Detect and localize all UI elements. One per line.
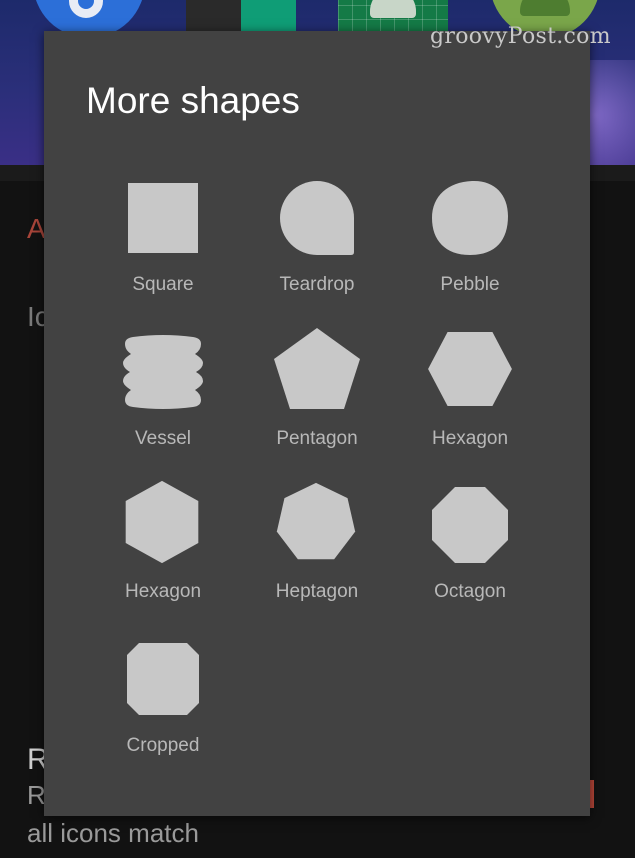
shape-label: Cropped (126, 735, 200, 756)
shape-label: Hexagon (124, 581, 202, 602)
shape-option-pebble[interactable]: Pebble (395, 172, 545, 312)
watermark: groovyPost.com (430, 24, 611, 49)
shape-option-square[interactable]: Square (88, 172, 238, 312)
shape-label: Square (132, 274, 194, 295)
shape-label: Vessel (135, 428, 191, 449)
octagon-shape-icon (432, 487, 508, 563)
shape-label: Octagon (434, 581, 506, 602)
pebble-shape-icon (432, 180, 508, 255)
shape-label: Teardrop (279, 274, 355, 295)
square-shape-icon (128, 183, 198, 253)
background-setting-description: all icons match (27, 818, 199, 848)
dialog-title: More shapes (86, 80, 300, 121)
background-setting-subtitle: R (27, 780, 46, 810)
vessel-shape-icon (123, 335, 203, 409)
background-section-header: A (27, 213, 46, 244)
shape-option-vessel[interactable]: Vessel (88, 326, 238, 466)
shape-option-cropped[interactable]: Cropped (88, 633, 238, 773)
more-shapes-dialog: More shapes Square Teardrop Pebble Vesse… (44, 31, 590, 816)
shape-label: Hexagon (431, 428, 509, 449)
screen: A Ic R R all icons match groovyPost.com … (0, 0, 635, 858)
shape-option-hexagon-horizontal[interactable]: Hexagon (395, 326, 545, 466)
shape-option-teardrop[interactable]: Teardrop (242, 172, 392, 312)
shape-option-heptagon[interactable]: Heptagon (242, 479, 392, 619)
shape-label: Heptagon (275, 581, 359, 602)
pentagon-shape-icon (274, 328, 360, 409)
shape-label: Pentagon (276, 428, 358, 449)
heptagon-shape-icon (276, 482, 356, 560)
shape-option-hexagon-vertical[interactable]: Hexagon (88, 479, 238, 619)
shape-label: Pebble (440, 274, 500, 295)
hexagon-horizontal-shape-icon (428, 331, 512, 407)
cropped-shape-icon (127, 643, 199, 715)
shape-option-pentagon[interactable]: Pentagon (242, 326, 392, 466)
hexagon-vertical-shape-icon (125, 480, 199, 564)
shape-option-octagon[interactable]: Octagon (395, 479, 545, 619)
teardrop-shape-icon (280, 181, 354, 255)
